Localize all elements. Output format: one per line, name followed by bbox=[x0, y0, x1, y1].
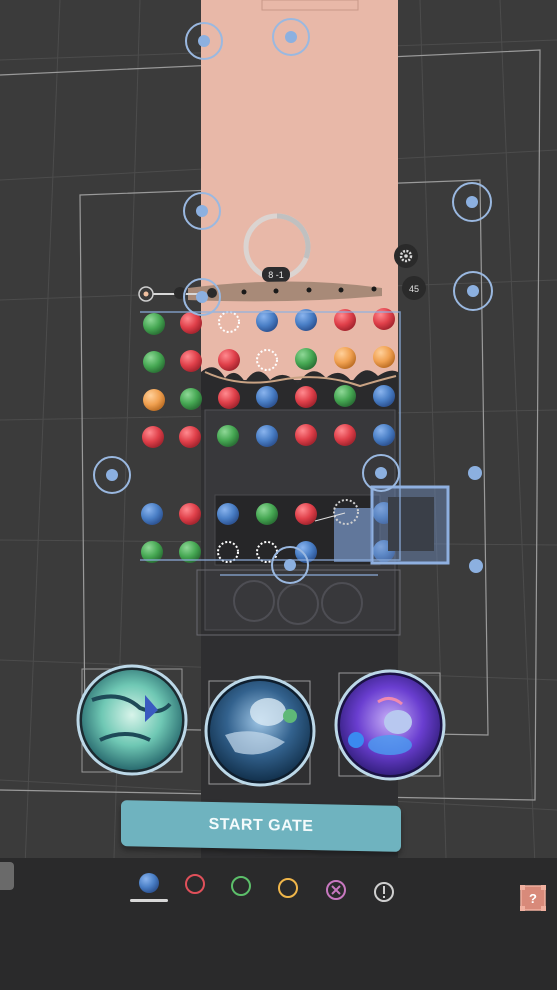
orb-green[interactable] bbox=[295, 348, 317, 370]
character-fish-spirit[interactable] bbox=[76, 664, 188, 776]
orb-red[interactable] bbox=[179, 503, 201, 525]
start-gate-label: START GATE bbox=[208, 815, 314, 836]
timeline-count: 45 bbox=[409, 284, 419, 294]
orb-red[interactable] bbox=[218, 387, 240, 409]
selected-tool-indicator bbox=[130, 899, 168, 902]
blue-orb-icon bbox=[139, 873, 159, 893]
orb-orange[interactable] bbox=[373, 346, 395, 368]
red-ring-icon bbox=[185, 874, 205, 894]
step-counter-badge: 8 -1 bbox=[262, 267, 290, 282]
green-ring-icon bbox=[231, 876, 251, 896]
pink-x-icon bbox=[326, 880, 346, 900]
orb-green[interactable] bbox=[180, 388, 202, 410]
tool-pink-x[interactable] bbox=[324, 878, 348, 902]
orb-red[interactable] bbox=[295, 424, 317, 446]
orb-green[interactable] bbox=[334, 385, 356, 407]
character-whale-spirit[interactable] bbox=[204, 675, 316, 787]
collapse-side-tab[interactable] bbox=[0, 862, 14, 890]
orb-blue[interactable] bbox=[256, 425, 278, 447]
start-gate-button[interactable]: START GATE bbox=[121, 800, 401, 852]
orb-blue[interactable] bbox=[373, 424, 395, 446]
orb-red[interactable] bbox=[295, 386, 317, 408]
tool-red-ring[interactable] bbox=[183, 872, 207, 896]
orb-blue[interactable] bbox=[141, 503, 163, 525]
svg-text:?: ? bbox=[529, 891, 537, 906]
orb-red[interactable] bbox=[142, 426, 164, 448]
timeline-count-badge: 45 bbox=[402, 276, 426, 300]
orb-green[interactable] bbox=[143, 351, 165, 373]
orb-red[interactable] bbox=[179, 426, 201, 448]
orb-blue[interactable] bbox=[217, 503, 239, 525]
orb-blue[interactable] bbox=[373, 385, 395, 407]
exclamation-icon bbox=[374, 882, 394, 902]
orb-green[interactable] bbox=[256, 503, 278, 525]
orb-red[interactable] bbox=[334, 424, 356, 446]
step-counter: 8 -1 bbox=[268, 270, 284, 280]
orb-green[interactable] bbox=[217, 425, 239, 447]
orb-red[interactable] bbox=[295, 503, 317, 525]
yellow-ring-icon bbox=[278, 878, 298, 898]
tool-yellow-ring[interactable] bbox=[276, 876, 300, 900]
orb-blue[interactable] bbox=[256, 310, 278, 332]
question-box-icon: ? bbox=[520, 885, 546, 911]
orb-green[interactable] bbox=[143, 313, 165, 335]
character-axolotl-spirit[interactable] bbox=[334, 669, 446, 781]
orb-red[interactable] bbox=[218, 349, 240, 371]
settings-gear-button[interactable] bbox=[394, 244, 418, 268]
tool-exclamation[interactable] bbox=[372, 880, 396, 904]
help-button[interactable]: ? bbox=[519, 884, 547, 912]
orb-orange[interactable] bbox=[143, 389, 165, 411]
timeline-track[interactable] bbox=[138, 281, 382, 302]
orb-orange[interactable] bbox=[334, 347, 356, 369]
tool-green-ring[interactable] bbox=[229, 874, 253, 898]
orb-red[interactable] bbox=[180, 350, 202, 372]
orb-blue[interactable] bbox=[256, 386, 278, 408]
tool-blue-orb[interactable] bbox=[136, 870, 162, 896]
